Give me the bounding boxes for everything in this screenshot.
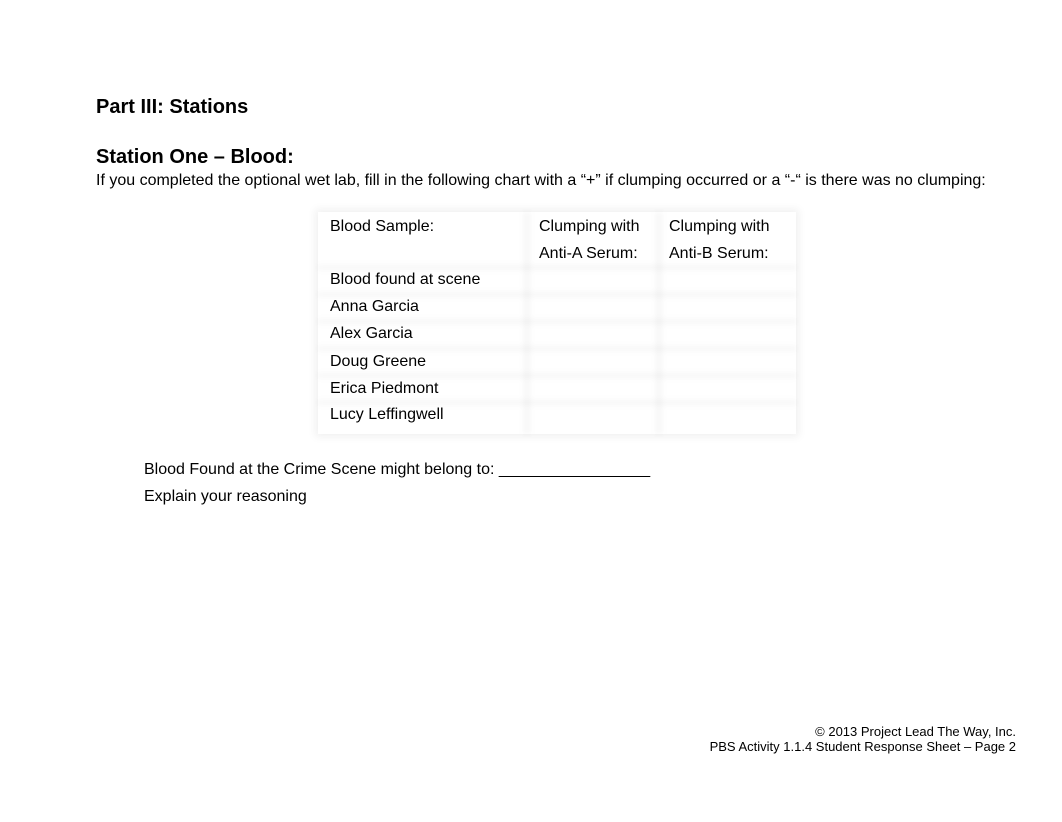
anti-b-cell[interactable] bbox=[669, 401, 779, 428]
sample-name: Alex Garcia bbox=[330, 325, 413, 342]
anti-a-cell[interactable] bbox=[539, 320, 649, 347]
sample-name: Lucy Leffingwell bbox=[330, 406, 444, 423]
sample-name: Doug Greene bbox=[330, 353, 427, 370]
page-info-text: PBS Activity 1.1.4 Student Response Shee… bbox=[709, 739, 1016, 754]
anti-a-cell[interactable] bbox=[539, 266, 649, 293]
header-line bbox=[330, 240, 434, 267]
anti-a-cell[interactable] bbox=[539, 348, 649, 375]
header-line: Clumping with bbox=[669, 218, 770, 235]
table-row: Blood found at scene bbox=[330, 266, 480, 293]
anti-a-cell[interactable] bbox=[539, 401, 649, 428]
header-line: Clumping with bbox=[539, 218, 640, 235]
header-line: Blood Sample: bbox=[330, 218, 435, 235]
anti-a-cell[interactable] bbox=[539, 375, 649, 402]
table-row: Lucy Leffingwell bbox=[330, 401, 444, 428]
header-line: Anti-A Serum: bbox=[539, 245, 638, 262]
table-row: Alex Garcia bbox=[330, 320, 413, 347]
copyright-text: © 2013 Project Lead The Way, Inc. bbox=[815, 724, 1016, 739]
sample-name: Erica Piedmont bbox=[330, 380, 439, 397]
header-anti-a: Clumping with Anti-A Serum: bbox=[539, 213, 639, 267]
anti-a-cell[interactable] bbox=[539, 293, 649, 320]
instructions-text: If you completed the optional wet lab, f… bbox=[96, 172, 986, 189]
header-blood-sample: Blood Sample: bbox=[330, 213, 434, 267]
sample-name: Blood found at scene bbox=[330, 271, 481, 288]
anti-b-cell[interactable] bbox=[669, 375, 779, 402]
blood-sample-table: Blood Sample: Clumping with Anti-A Serum… bbox=[318, 212, 796, 434]
part-title: Part III: Stations bbox=[96, 96, 249, 118]
anti-b-cell[interactable] bbox=[669, 348, 779, 375]
station-title: Station One – Blood: bbox=[96, 146, 294, 168]
table-row: Doug Greene bbox=[330, 348, 426, 375]
table-row: Erica Piedmont bbox=[330, 375, 439, 402]
table-row: Anna Garcia bbox=[330, 293, 419, 320]
sample-name: Anna Garcia bbox=[330, 298, 419, 315]
anti-b-cell[interactable] bbox=[669, 266, 779, 293]
verdict-prompt: Blood Found at the Crime Scene might bel… bbox=[144, 461, 651, 478]
explain-prompt: Explain your reasoning bbox=[144, 488, 307, 505]
header-line: Anti-B Serum: bbox=[669, 245, 769, 262]
anti-b-cell[interactable] bbox=[669, 293, 779, 320]
footer: © 2013 Project Lead The Way, Inc. PBS Ac… bbox=[710, 724, 1016, 754]
header-anti-b: Clumping with Anti-B Serum: bbox=[669, 213, 769, 267]
anti-b-cell[interactable] bbox=[669, 320, 779, 347]
